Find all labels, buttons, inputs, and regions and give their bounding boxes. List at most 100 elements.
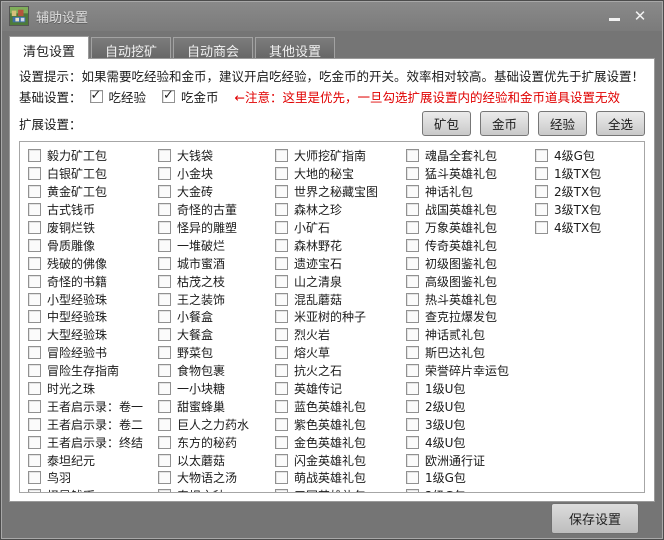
- grid-checkbox-item[interactable]: 鸟羽: [28, 469, 158, 487]
- checkbox-icon[interactable]: [158, 167, 171, 180]
- grid-checkbox-item[interactable]: 甜蜜蜂巢: [158, 397, 275, 415]
- checkbox-icon[interactable]: [275, 400, 288, 413]
- checkbox-icon[interactable]: [406, 382, 419, 395]
- grid-checkbox-item[interactable]: 骨质雕像: [28, 236, 158, 254]
- checkbox-icon[interactable]: [406, 489, 419, 493]
- checkbox-icon[interactable]: [158, 239, 171, 252]
- tab-other-settings[interactable]: 其他设置: [255, 37, 335, 58]
- checkbox-icon[interactable]: [28, 221, 41, 234]
- checkbox-icon[interactable]: [28, 346, 41, 359]
- checkbox-icon[interactable]: [158, 346, 171, 359]
- checkbox-icon[interactable]: [158, 454, 171, 467]
- checkbox-icon[interactable]: [28, 310, 41, 323]
- checkbox-icon[interactable]: [28, 275, 41, 288]
- tab-auto-mining[interactable]: 自动挖矿: [91, 37, 171, 58]
- checkbox-icon[interactable]: [275, 364, 288, 377]
- grid-checkbox-item[interactable]: 查克拉爆发包: [406, 308, 535, 326]
- checkbox-icon[interactable]: [406, 471, 419, 484]
- grid-checkbox-item[interactable]: 大师挖矿指南: [275, 147, 406, 165]
- grid-checkbox-item[interactable]: 大物语之汤: [158, 469, 275, 487]
- checkbox-icon[interactable]: [275, 239, 288, 252]
- checkbox-icon[interactable]: [158, 489, 171, 493]
- checkbox-icon[interactable]: [28, 239, 41, 252]
- checkbox-icon[interactable]: [535, 203, 548, 216]
- grid-checkbox-item[interactable]: 怪异的雕塑: [158, 219, 275, 237]
- grid-checkbox-item[interactable]: 热斗英雄礼包: [406, 290, 535, 308]
- grid-checkbox-item[interactable]: 神话贰礼包: [406, 326, 535, 344]
- checkbox-icon[interactable]: [158, 293, 171, 306]
- checkbox-icon[interactable]: [28, 382, 41, 395]
- tab-clear-package[interactable]: 清包设置: [9, 36, 89, 59]
- grid-checkbox-item[interactable]: 烈火岩: [275, 326, 406, 344]
- grid-checkbox-item[interactable]: 抗火之石: [275, 362, 406, 380]
- grid-checkbox-item[interactable]: 猛斗英雄礼包: [406, 165, 535, 183]
- grid-checkbox-item[interactable]: 中型经验珠: [28, 308, 158, 326]
- grid-checkbox-item[interactable]: 熔火草: [275, 344, 406, 362]
- close-button[interactable]: ✕: [627, 6, 653, 26]
- checkbox-icon[interactable]: [158, 257, 171, 270]
- grid-checkbox-item[interactable]: 巨人之力药水: [158, 415, 275, 433]
- checkbox-icon[interactable]: [275, 328, 288, 341]
- checkbox-icon[interactable]: [406, 364, 419, 377]
- grid-checkbox-item[interactable]: 山之清泉: [275, 272, 406, 290]
- grid-checkbox-item[interactable]: 金色英雄礼包: [275, 433, 406, 451]
- grid-checkbox-item[interactable]: 小餐盒: [158, 308, 275, 326]
- grid-checkbox-item[interactable]: 怪异钱币: [28, 487, 158, 493]
- grid-checkbox-item[interactable]: 斯巴达礼包: [406, 344, 535, 362]
- checkbox-icon[interactable]: [275, 275, 288, 288]
- checkbox-icon[interactable]: [28, 436, 41, 449]
- checkbox-icon[interactable]: [275, 471, 288, 484]
- checkbox-icon[interactable]: [158, 471, 171, 484]
- grid-checkbox-item[interactable]: 古式钱币: [28, 201, 158, 219]
- grid-checkbox-item[interactable]: 废铜烂铁: [28, 219, 158, 237]
- checkbox-icon[interactable]: [28, 328, 41, 341]
- grid-checkbox-item[interactable]: 2级G包: [406, 487, 535, 493]
- grid-checkbox-item[interactable]: 大金砖: [158, 183, 275, 201]
- exp-filter-button[interactable]: 经验: [538, 111, 587, 136]
- grid-checkbox-item[interactable]: 奇怪的书籍: [28, 272, 158, 290]
- grid-checkbox-item[interactable]: 神话礼包: [406, 183, 535, 201]
- grid-checkbox-item[interactable]: 残破的佛像: [28, 254, 158, 272]
- grid-checkbox-item[interactable]: 时光之珠: [28, 380, 158, 398]
- checkbox-icon[interactable]: [158, 382, 171, 395]
- grid-checkbox-item[interactable]: 魂晶全套礼包: [406, 147, 535, 165]
- checkbox-icon[interactable]: [162, 90, 175, 103]
- grid-checkbox-item[interactable]: 枯茂之枝: [158, 272, 275, 290]
- checkbox-icon[interactable]: [406, 293, 419, 306]
- checkbox-icon[interactable]: [28, 293, 41, 306]
- grid-checkbox-item[interactable]: 泰坦纪元: [28, 451, 158, 469]
- checkbox-icon[interactable]: [275, 221, 288, 234]
- checkbox-icon[interactable]: [158, 275, 171, 288]
- grid-checkbox-item[interactable]: 城市蜜酒: [158, 254, 275, 272]
- grid-checkbox-item[interactable]: 世界之秘藏宝图: [275, 183, 406, 201]
- save-settings-button[interactable]: 保存设置: [551, 503, 639, 534]
- checkbox-icon[interactable]: [406, 239, 419, 252]
- grid-checkbox-item[interactable]: 万象英雄礼包: [406, 219, 535, 237]
- minimize-button[interactable]: [601, 6, 627, 26]
- checkbox-icon[interactable]: [275, 167, 288, 180]
- checkbox-icon[interactable]: [275, 454, 288, 467]
- checkbox-icon[interactable]: [28, 185, 41, 198]
- checkbox-icon[interactable]: [158, 203, 171, 216]
- checkbox-icon[interactable]: [28, 418, 41, 431]
- grid-checkbox-item[interactable]: 4级G包: [535, 147, 642, 165]
- checkbox-icon[interactable]: [406, 257, 419, 270]
- checkbox-icon[interactable]: [275, 346, 288, 359]
- checkbox-icon[interactable]: [275, 489, 288, 493]
- checkbox-icon[interactable]: [90, 90, 103, 103]
- checkbox-icon[interactable]: [28, 203, 41, 216]
- grid-checkbox-item[interactable]: 小矿石: [275, 219, 406, 237]
- checkbox-icon[interactable]: [406, 310, 419, 323]
- grid-checkbox-item[interactable]: 初级图鉴礼包: [406, 254, 535, 272]
- grid-checkbox-item[interactable]: 冒险生存指南: [28, 362, 158, 380]
- grid-checkbox-item[interactable]: 奇怪的古董: [158, 201, 275, 219]
- checkbox-icon[interactable]: [28, 167, 41, 180]
- grid-checkbox-item[interactable]: 白银矿工包: [28, 165, 158, 183]
- checkbox-icon[interactable]: [158, 436, 171, 449]
- checkbox-icon[interactable]: [406, 328, 419, 341]
- checkbox-icon[interactable]: [406, 149, 419, 162]
- grid-checkbox-item[interactable]: 冒险经验书: [28, 344, 158, 362]
- grid-checkbox-item[interactable]: 荣誉碎片幸运包: [406, 362, 535, 380]
- grid-checkbox-item[interactable]: 三国英雄礼包: [275, 487, 406, 493]
- grid-checkbox-item[interactable]: 闪金英雄礼包: [275, 451, 406, 469]
